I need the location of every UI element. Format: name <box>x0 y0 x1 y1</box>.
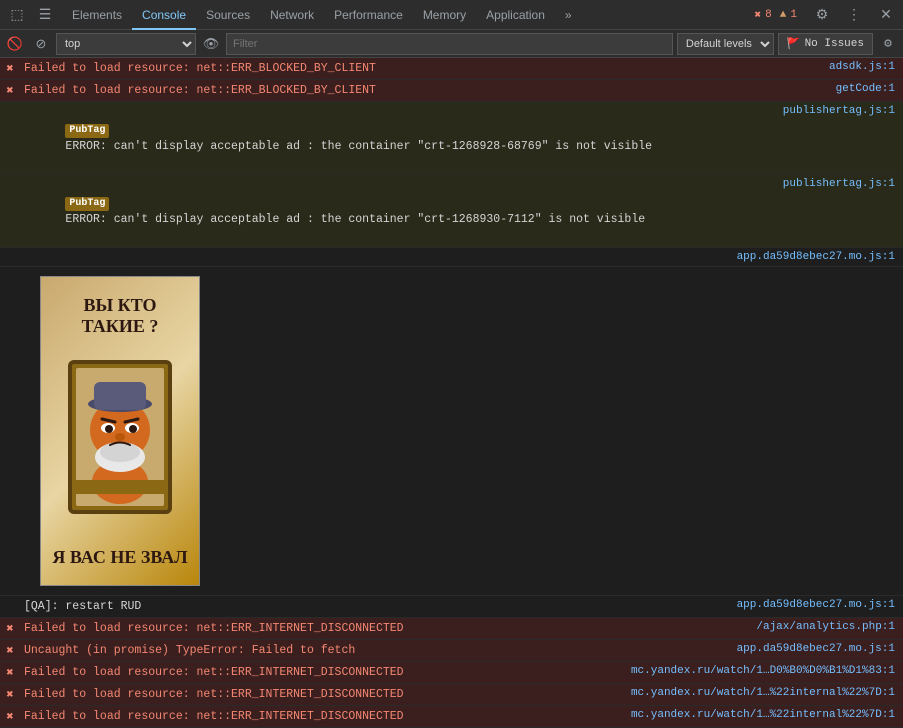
log-row: PubTag ERROR: can't display acceptable a… <box>0 102 903 175</box>
inspect-icon[interactable]: ⬚ <box>4 2 30 28</box>
log-message: Failed to load resource: net::ERR_INTERN… <box>20 663 623 682</box>
tab-memory[interactable]: Memory <box>413 0 476 30</box>
log-row: ✖ Failed to load resource: net::ERR_BLOC… <box>0 58 903 80</box>
tab-more[interactable]: » <box>555 0 582 30</box>
pubtag-icon <box>0 176 20 178</box>
devtools-tabs-bar: ⬚ ☰ Elements Console Sources Network Per… <box>0 0 903 30</box>
log-message: Failed to load resource: net::ERR_BLOCKE… <box>20 81 763 100</box>
close-button[interactable]: ✕ <box>873 2 899 28</box>
tab-console[interactable]: Console <box>132 0 196 30</box>
no-issues-label: No Issues <box>805 38 864 50</box>
context-selector[interactable]: top <box>56 33 196 55</box>
flag-icon: 🚩 <box>787 37 801 51</box>
error-icon: ✖ <box>0 707 20 724</box>
log-message <box>20 249 729 251</box>
log-source[interactable]: mc.yandex.ru/watch/1…%22internal%22%7D:1 <box>623 707 903 723</box>
log-row: ✖ Uncaught (in promise) TypeError: Faile… <box>0 640 903 662</box>
log-source[interactable]: app.da59d8ebec27.mo.js:1 <box>729 597 903 613</box>
log-source[interactable]: publishertag.js:1 <box>763 103 903 119</box>
filter-input[interactable] <box>226 33 673 55</box>
blank-icon <box>0 597 20 599</box>
error-icon: ✖ <box>0 641 20 658</box>
log-row: ✖ Failed to load resource: net::ERR_INTE… <box>0 662 903 684</box>
settings-button[interactable]: ⚙ <box>809 2 835 28</box>
pubtag-icon <box>0 103 20 105</box>
log-row: ✖ Failed to load resource: net::ERR_INTE… <box>0 684 903 706</box>
tab-network[interactable]: Network <box>260 0 324 30</box>
log-message: Failed to load resource: net::ERR_INTERN… <box>20 707 623 726</box>
log-source[interactable]: mc.yandex.ru/watch/1…D0%B0%D0%B1%D1%83:1 <box>623 663 903 679</box>
clear-console-button[interactable]: 🚫 <box>4 33 26 55</box>
pubtag-badge: PubTag <box>65 197 109 211</box>
tab-performance[interactable]: Performance <box>324 0 413 30</box>
error-icon: ✖ <box>0 619 20 636</box>
blank-icon <box>0 268 20 270</box>
pubtag-badge: PubTag <box>65 124 109 138</box>
default-levels-select[interactable]: Default levels <box>677 33 774 55</box>
more-options-button[interactable]: ⋮ <box>841 2 867 28</box>
error-icon: ✖ <box>0 59 20 76</box>
log-source[interactable]: /ajax/analytics.php:1 <box>748 619 903 635</box>
log-source[interactable]: publishertag.js:1 <box>763 176 903 192</box>
warn-count: 1 <box>790 9 797 21</box>
log-message: PubTag ERROR: can't display acceptable a… <box>20 103 763 173</box>
log-source[interactable]: app.da59d8ebec27.mo.js:1 <box>729 641 903 657</box>
log-source[interactable]: app.da59d8ebec27.mo.js:1 <box>729 249 903 265</box>
console-settings-button[interactable]: ⚙ <box>877 33 899 55</box>
no-issues-badge: 🚩 No Issues <box>778 33 873 55</box>
blank-icon <box>0 249 20 251</box>
error-icon: ✖ <box>0 663 20 680</box>
log-message: PubTag ERROR: can't display acceptable a… <box>20 176 763 246</box>
device-icon[interactable]: ☰ <box>32 2 58 28</box>
log-row: PubTag ERROR: can't display acceptable a… <box>0 175 903 248</box>
log-source[interactable]: adsdk.js:1 <box>763 59 903 75</box>
log-row: ✖ Failed to load resource: net::ERR_BLOC… <box>0 80 903 102</box>
image-text-bottom: Я ВАС НЕ ЗВАЛ <box>52 547 187 568</box>
image-text-top: ВЫ КТО ТАКИЕ ? <box>51 295 189 337</box>
tab-elements[interactable]: Elements <box>62 0 132 30</box>
image-content: ВЫ КТО ТАКИЕ ? <box>41 277 199 585</box>
error-count-badge: ✖ 8 ▲ 1 <box>749 8 803 22</box>
error-icon: ✖ <box>755 8 762 22</box>
error-icon: ✖ <box>0 81 20 98</box>
cartoon-figure <box>60 352 180 532</box>
error-icon: ✖ <box>0 685 20 702</box>
log-message: Uncaught (in promise) TypeError: Failed … <box>20 641 729 660</box>
log-source[interactable]: mc.yandex.ru/watch/1…%22internal%22%7D:1 <box>623 685 903 701</box>
log-row: [QA]: restart RUD app.da59d8ebec27.mo.js… <box>0 596 903 618</box>
error-count: 8 <box>765 9 772 21</box>
log-row: ✖ Failed to load resource: net::ERR_INTE… <box>0 706 903 728</box>
tab-application[interactable]: Application <box>476 0 555 30</box>
eye-button[interactable]: 👁 <box>200 33 222 55</box>
devtools-left-icons: ⬚ ☰ <box>4 2 58 28</box>
log-row: app.da59d8ebec27.mo.js:1 <box>0 248 903 267</box>
console-content: ✖ Failed to load resource: net::ERR_BLOC… <box>0 58 903 728</box>
log-row-image: ВЫ КТО ТАКИЕ ? <box>0 267 903 596</box>
tabs-right-area: ✖ 8 ▲ 1 ⚙ ⋮ ✕ <box>749 2 899 28</box>
log-message: Failed to load resource: net::ERR_BLOCKE… <box>20 59 763 78</box>
log-message: Failed to load resource: net::ERR_INTERN… <box>20 619 748 638</box>
warn-icon: ▲ <box>780 9 787 21</box>
log-source[interactable]: getCode:1 <box>763 81 903 97</box>
log-message: Failed to load resource: net::ERR_INTERN… <box>20 685 623 704</box>
log-message: [QA]: restart RUD <box>20 597 729 616</box>
console-filter-toggle[interactable]: ⊘ <box>30 33 52 55</box>
log-row: ✖ Failed to load resource: net::ERR_INTE… <box>0 618 903 640</box>
tab-sources[interactable]: Sources <box>196 0 260 30</box>
console-image: ВЫ КТО ТАКИЕ ? <box>40 276 200 586</box>
console-toolbar: 🚫 ⊘ top 👁 Default levels 🚩 No Issues ⚙ <box>0 30 903 58</box>
